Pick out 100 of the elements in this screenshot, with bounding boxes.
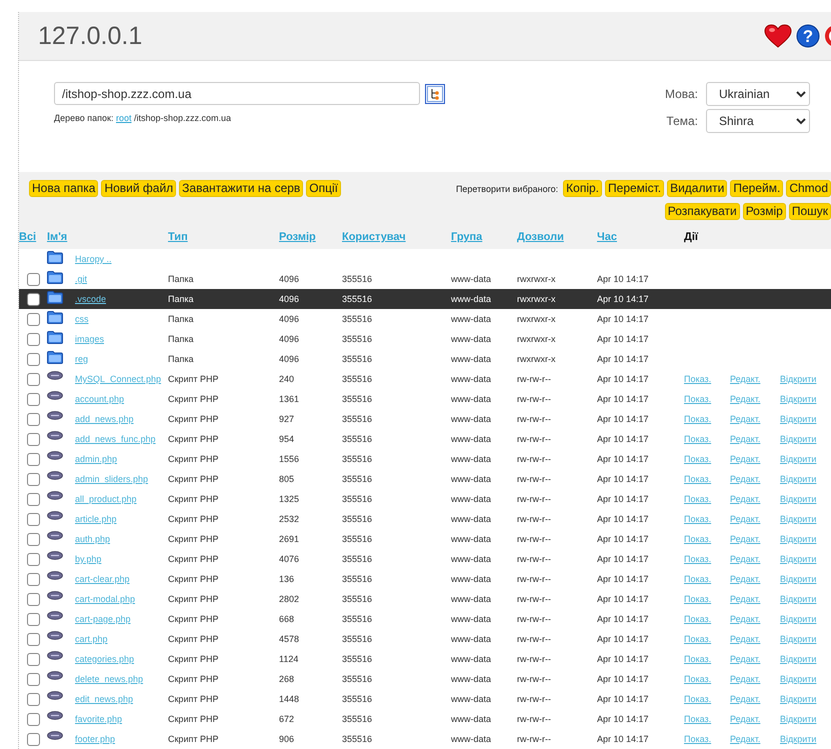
file-action-link[interactable]: Показ.: [684, 574, 712, 584]
row-checkbox[interactable]: [27, 652, 40, 666]
file-name-link[interactable]: add_news.php: [75, 414, 134, 424]
file-action-link[interactable]: Відкрити: [780, 594, 816, 604]
file-action-link[interactable]: Редакт.: [730, 574, 760, 584]
file-action-link[interactable]: Показ.: [684, 694, 712, 704]
file-action-link[interactable]: Показ.: [684, 434, 712, 444]
file-action-link[interactable]: Показ.: [684, 394, 712, 404]
file-name-link[interactable]: auth.php: [75, 534, 110, 544]
file-name-link[interactable]: article.php: [75, 514, 117, 524]
file-action-link[interactable]: Показ.: [684, 374, 712, 384]
file-action-link[interactable]: Редакт.: [730, 434, 760, 444]
row-checkbox[interactable]: [27, 612, 40, 626]
file-name-link[interactable]: MySQL_Connect.php: [75, 374, 162, 384]
column-header[interactable]: Ім'я: [47, 231, 68, 243]
row-checkbox[interactable]: [27, 432, 40, 446]
file-action-link[interactable]: Відкрити: [780, 514, 816, 524]
file-name-link[interactable]: admin.php: [75, 454, 118, 464]
file-action-link[interactable]: Відкрити: [780, 614, 816, 624]
file-action-link[interactable]: Відкрити: [780, 454, 816, 464]
column-header[interactable]: Всі: [19, 231, 36, 243]
help-icon[interactable]: ?: [796, 24, 820, 48]
row-checkbox[interactable]: [27, 552, 40, 566]
row-checkbox[interactable]: [27, 412, 40, 426]
row-checkbox[interactable]: [27, 572, 40, 586]
file-action-link[interactable]: Показ.: [684, 514, 712, 524]
file-name-link[interactable]: footer.php: [75, 734, 116, 744]
file-action-link[interactable]: Відкрити: [780, 674, 816, 684]
file-name-link[interactable]: delete_news.php: [75, 674, 144, 684]
file-action-link[interactable]: Показ.: [684, 474, 712, 484]
file-name-link[interactable]: add_news_func.php: [75, 434, 156, 444]
row-checkbox[interactable]: [27, 272, 40, 286]
row-checkbox[interactable]: [27, 512, 40, 526]
row-checkbox[interactable]: [27, 532, 40, 546]
column-header[interactable]: Розмір: [279, 231, 316, 243]
column-header[interactable]: Дозволи: [517, 231, 564, 243]
row-checkbox[interactable]: [27, 312, 40, 326]
file-name-link[interactable]: cart-modal.php: [75, 594, 136, 604]
file-action-link[interactable]: Редакт.: [730, 394, 760, 404]
row-checkbox[interactable]: [27, 732, 40, 746]
heart-icon[interactable]: [764, 24, 792, 48]
file-action-link[interactable]: Редакт.: [730, 694, 760, 704]
file-action-link[interactable]: Редакт.: [730, 494, 760, 504]
file-action-link[interactable]: Показ.: [684, 634, 712, 644]
file-action-link[interactable]: Показ.: [684, 594, 712, 604]
toolbar-button[interactable]: Новий файл: [101, 180, 176, 197]
file-action-link[interactable]: Відкрити: [780, 734, 816, 744]
file-name-link[interactable]: .git: [75, 274, 88, 284]
selection-action-button[interactable]: Пошук: [788, 203, 831, 220]
round-icon[interactable]: [824, 24, 831, 48]
row-checkbox[interactable]: [27, 672, 40, 686]
row-checkbox[interactable]: [27, 472, 40, 486]
file-action-link[interactable]: Відкрити: [780, 374, 816, 384]
file-action-link[interactable]: Показ.: [684, 534, 712, 544]
selection-action-button[interactable]: Розпакувати: [664, 203, 740, 220]
file-action-link[interactable]: Відкрити: [780, 414, 816, 424]
setting-select[interactable]: Shinra: [706, 109, 810, 133]
file-action-link[interactable]: Відкрити: [780, 634, 816, 644]
file-action-link[interactable]: Показ.: [684, 414, 712, 424]
file-action-link[interactable]: Редакт.: [730, 734, 760, 744]
row-checkbox[interactable]: [27, 352, 40, 366]
file-action-link[interactable]: Показ.: [684, 454, 712, 464]
file-action-link[interactable]: Показ.: [684, 674, 712, 684]
file-action-link[interactable]: Показ.: [684, 494, 712, 504]
file-action-link[interactable]: Відкрити: [780, 574, 816, 584]
row-checkbox[interactable]: [27, 452, 40, 466]
column-header[interactable]: Тип: [168, 231, 188, 243]
file-name-link[interactable]: .vscode: [75, 294, 106, 304]
file-action-link[interactable]: Показ.: [684, 614, 712, 624]
file-name-link[interactable]: cart-page.php: [75, 614, 131, 624]
file-name-link[interactable]: favorite.php: [75, 714, 122, 724]
file-action-link[interactable]: Редакт.: [730, 534, 760, 544]
file-name-link[interactable]: reg: [75, 354, 88, 364]
file-action-link[interactable]: Редакт.: [730, 614, 760, 624]
root-link[interactable]: root: [116, 113, 132, 123]
file-action-link[interactable]: Відкрити: [780, 554, 816, 564]
row-checkbox[interactable]: [27, 292, 40, 306]
row-checkbox[interactable]: [27, 392, 40, 406]
file-name-link[interactable]: Нагору ..: [75, 254, 112, 264]
file-action-link[interactable]: Показ.: [684, 654, 712, 664]
file-name-link[interactable]: css: [75, 314, 88, 324]
file-action-link[interactable]: Показ.: [684, 734, 712, 744]
selection-action-button[interactable]: Chmod: [786, 180, 831, 197]
row-checkbox[interactable]: [27, 632, 40, 646]
file-action-link[interactable]: Редакт.: [730, 674, 760, 684]
file-name-link[interactable]: edit_news.php: [75, 694, 134, 704]
selection-action-button[interactable]: Розмір: [742, 203, 786, 220]
file-action-link[interactable]: Редакт.: [730, 554, 760, 564]
file-action-link[interactable]: Редакт.: [730, 454, 760, 464]
file-action-link[interactable]: Редакт.: [730, 414, 760, 424]
selection-action-button[interactable]: Копір.: [563, 180, 602, 197]
column-header[interactable]: Група: [451, 231, 482, 243]
column-header[interactable]: Користувач: [342, 231, 406, 243]
file-action-link[interactable]: Редакт.: [730, 654, 760, 664]
row-checkbox[interactable]: [27, 372, 40, 386]
column-header[interactable]: Час: [597, 231, 617, 243]
file-action-link[interactable]: Відкрити: [780, 434, 816, 444]
file-action-link[interactable]: Відкрити: [780, 474, 816, 484]
file-name-link[interactable]: categories.php: [75, 654, 134, 664]
toolbar-button[interactable]: Опції: [306, 180, 342, 197]
